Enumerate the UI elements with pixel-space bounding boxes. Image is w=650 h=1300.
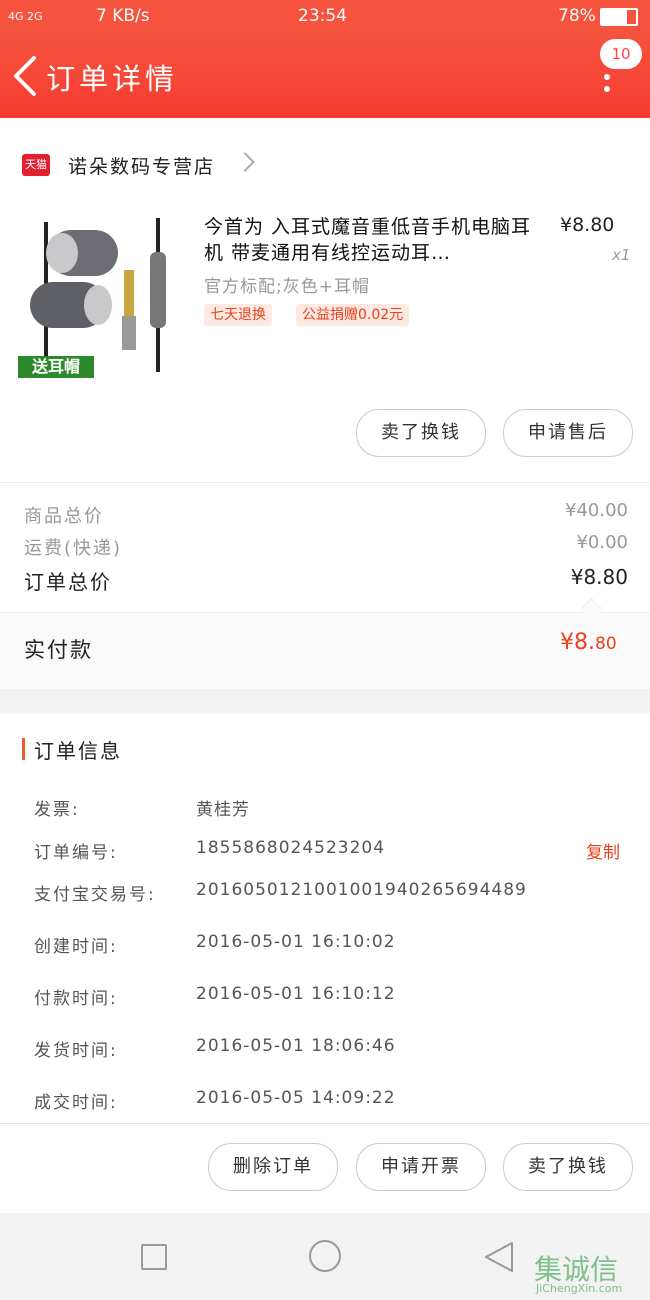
more-menu-icon[interactable] bbox=[604, 74, 610, 98]
amount-paid-main: ¥8. bbox=[560, 630, 595, 655]
alipay-trade-value: 2016050121001001940265694489 bbox=[196, 880, 527, 900]
amount-paid-label: 实付款 bbox=[24, 638, 93, 662]
copy-order-number-button[interactable]: 复制 bbox=[586, 838, 620, 863]
amount-paid-row bbox=[0, 612, 650, 689]
invoice-value: 黄桂芳 bbox=[196, 800, 250, 820]
app-header: 订单详情 10 bbox=[0, 34, 650, 118]
product-quantity: x1 bbox=[612, 246, 631, 264]
amount-paid-cents: 80 bbox=[595, 634, 617, 654]
amount-paid-value: ¥8.80 bbox=[560, 630, 617, 655]
product-spec: 官方标配;灰色+耳帽 bbox=[204, 277, 370, 297]
signal-indicator: 4G 2G bbox=[8, 10, 43, 23]
product-price: ¥8.80 bbox=[560, 214, 615, 236]
product-thumbnail[interactable] bbox=[18, 212, 170, 378]
goods-total-label: 商品总价 bbox=[24, 506, 104, 527]
order-info-section bbox=[0, 713, 650, 1123]
clock: 23:54 bbox=[298, 6, 347, 26]
battery-icon bbox=[600, 8, 638, 26]
order-product-card bbox=[0, 118, 650, 688]
return-policy-tag: 七天退换 bbox=[204, 304, 272, 326]
shipping-label: 运费(快递) bbox=[24, 538, 123, 559]
invoice-label: 发票: bbox=[34, 800, 80, 820]
shipped-time-label: 发货时间: bbox=[34, 1041, 118, 1061]
order-number-label: 订单编号: bbox=[34, 843, 118, 863]
shop-name[interactable]: 诺朵数码专营店 bbox=[68, 152, 215, 179]
section-accent-bar bbox=[22, 738, 25, 760]
shipped-time-value: 2016-05-01 18:06:46 bbox=[196, 1036, 396, 1056]
back-arrow-icon[interactable] bbox=[10, 54, 40, 98]
back-nav-icon[interactable] bbox=[482, 1240, 516, 1274]
paid-time-label: 付款时间: bbox=[34, 989, 118, 1009]
alipay-trade-label: 支付宝交易号: bbox=[34, 885, 156, 905]
divider bbox=[0, 482, 650, 483]
order-info-title: 订单信息 bbox=[34, 739, 122, 763]
completed-time-label: 成交时间: bbox=[34, 1093, 118, 1113]
battery-level: 78% bbox=[558, 6, 596, 26]
sell-for-cash-button-bottom[interactable]: 卖了换钱 bbox=[503, 1143, 633, 1191]
order-total-value: ¥8.80 bbox=[570, 565, 628, 589]
recent-apps-icon[interactable] bbox=[141, 1244, 167, 1270]
created-time-value: 2016-05-01 16:10:02 bbox=[196, 932, 396, 952]
order-number-value: 1855868024523204 bbox=[196, 838, 386, 858]
sell-for-cash-button[interactable]: 卖了换钱 bbox=[356, 409, 486, 457]
created-time-label: 创建时间: bbox=[34, 937, 118, 957]
shipping-value: ¥0.00 bbox=[576, 532, 628, 553]
charity-tag: 公益捐赠0.02元 bbox=[296, 304, 410, 326]
thumbnail-promo-label: 送耳帽 bbox=[18, 356, 94, 378]
watermark-url: JiChengXin.com bbox=[536, 1282, 623, 1295]
status-bar: 4G 2G 7 KB/s 23:54 78% bbox=[0, 0, 650, 34]
order-total-label: 订单总价 bbox=[24, 570, 112, 594]
home-icon[interactable] bbox=[309, 1240, 341, 1272]
product-name[interactable]: 今首为 入耳式魔音重低音手机电脑耳机 带麦通用有线控运动耳… bbox=[204, 214, 544, 266]
delete-order-button[interactable]: 删除订单 bbox=[208, 1143, 338, 1191]
request-after-sale-button[interactable]: 申请售后 bbox=[503, 409, 633, 457]
page-title: 订单详情 bbox=[46, 62, 179, 96]
completed-time-value: 2016-05-05 14:09:22 bbox=[196, 1088, 396, 1108]
goods-total-value: ¥40.00 bbox=[565, 500, 628, 521]
request-invoice-button[interactable]: 申请开票 bbox=[356, 1143, 486, 1191]
tmall-logo-icon: 天猫 bbox=[22, 154, 50, 176]
network-speed: 7 KB/s bbox=[96, 6, 150, 26]
paid-time-value: 2016-05-01 16:10:12 bbox=[196, 984, 396, 1004]
message-count-badge[interactable]: 10 bbox=[600, 39, 642, 69]
